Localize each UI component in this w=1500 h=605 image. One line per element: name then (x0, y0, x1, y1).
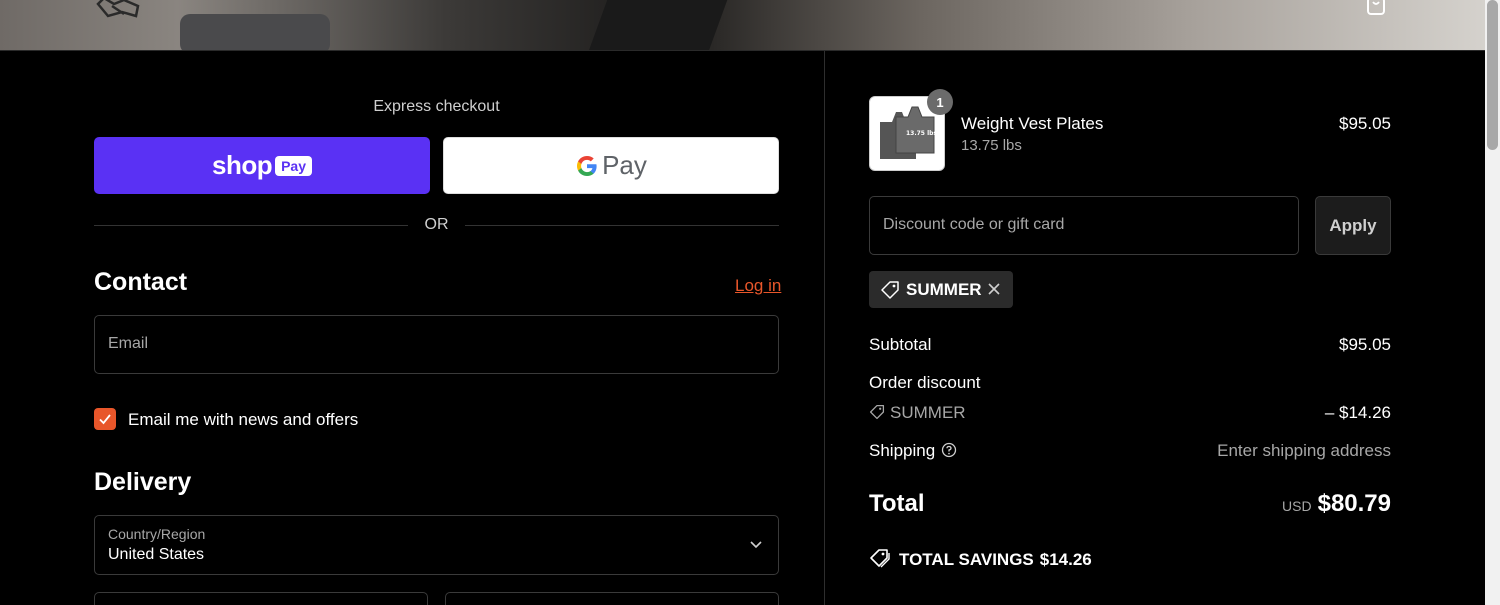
chevron-down-icon (750, 541, 762, 549)
discount-code-input[interactable]: Discount code or gift card (869, 196, 1299, 255)
column-divider (824, 51, 825, 605)
discount-code-text: SUMMER (890, 403, 966, 422)
shipping-value: Enter shipping address (1217, 441, 1391, 460)
savings-label: TOTAL SAVINGS (899, 550, 1034, 569)
item-price: $95.05 (1339, 114, 1391, 133)
quantity-badge: 1 (927, 89, 953, 115)
first-name-field[interactable] (94, 592, 428, 605)
country-label: Country/Region (108, 526, 206, 542)
or-separator: OR (94, 216, 779, 236)
plate-weight-text: 13.75 lbs (906, 130, 937, 137)
subtotal-value: $95.05 (1339, 335, 1391, 354)
contact-title: Contact (94, 268, 188, 296)
google-pay-label: Pay (602, 150, 647, 180)
log-in-link[interactable]: Log in (735, 276, 781, 296)
applied-discount-chip: SUMMER (869, 271, 1013, 308)
newsletter-label[interactable]: Email me with news and offers (128, 410, 358, 430)
subtotal-label: Subtotal (869, 335, 932, 354)
page-scrollbar[interactable] (1485, 0, 1500, 605)
delivery-title: Delivery (94, 468, 192, 496)
country-value: United States (108, 546, 205, 563)
newsletter-checkbox[interactable] (94, 408, 116, 430)
apply-discount-button[interactable]: Apply (1315, 196, 1391, 255)
country-select[interactable]: Country/Region United States (94, 515, 779, 575)
currency-code: USD (1282, 498, 1312, 514)
discount-placeholder: Discount code or gift card (883, 216, 1065, 233)
discount-code-row: SUMMER (869, 403, 966, 423)
email-field[interactable]: Email (94, 315, 779, 374)
checkmark-icon (99, 414, 111, 425)
scrollbar-thumb[interactable] (1487, 0, 1498, 150)
google-g-icon (577, 155, 597, 176)
tag-icon (881, 281, 899, 299)
header-banner (0, 0, 1485, 51)
shop-pay-badge: Pay (275, 155, 313, 176)
cart-bag-icon[interactable] (1365, 0, 1387, 16)
order-discount-label: Order discount (869, 373, 981, 392)
discount-amount: – $14.26 (1324, 403, 1391, 422)
google-pay-button[interactable]: Pay (443, 137, 779, 194)
remove-code-icon[interactable] (986, 281, 1002, 297)
total-value-row: USD $80.79 (1150, 490, 1391, 518)
email-placeholder: Email (108, 335, 149, 352)
banner-dumbbell-image (180, 14, 330, 50)
shipping-label: Shipping (869, 441, 936, 460)
total-savings: TOTAL SAVINGS $14.26 (869, 548, 1092, 570)
savings-tag-icon (870, 549, 890, 568)
savings-value: $14.26 (1039, 550, 1092, 569)
last-name-field[interactable] (445, 592, 779, 605)
total-value: $80.79 (1317, 490, 1391, 517)
separator-line-right (465, 225, 779, 226)
express-checkout-title: Express checkout (373, 98, 500, 115)
item-variant: 13.75 lbs (961, 137, 1022, 154)
help-circle-icon[interactable] (941, 442, 957, 458)
shipping-row: Shipping (869, 441, 957, 461)
item-name: Weight Vest Plates (961, 114, 1104, 133)
banner-plate-image (589, 0, 731, 50)
store-logo-icon[interactable] (94, 0, 140, 20)
total-label: Total (869, 490, 925, 517)
shop-pay-button[interactable]: shop Pay (94, 137, 430, 194)
shop-pay-brand: shop (211, 150, 273, 180)
tag-icon (869, 404, 885, 420)
applied-code: SUMMER (906, 280, 982, 299)
